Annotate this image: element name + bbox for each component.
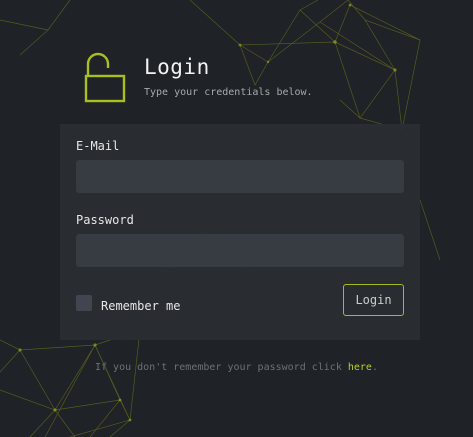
email-label: E-Mail: [76, 139, 120, 153]
login-button[interactable]: Login: [343, 284, 404, 316]
login-form-card: E-Mail Password Remember me Login: [60, 124, 420, 340]
remember-me-row[interactable]: Remember me: [76, 294, 180, 314]
password-field[interactable]: [76, 234, 404, 267]
forgot-password-text: If you don't remember your password clic…: [95, 362, 348, 373]
page-title: Login: [144, 55, 210, 79]
forgot-password-period: .: [371, 362, 378, 373]
login-page: Login Type your credentials below. E-Mai…: [0, 0, 473, 437]
unlock-icon: [84, 52, 126, 103]
page-subtitle: Type your credentials below.: [144, 87, 313, 98]
remember-me-label[interactable]: Remember me: [101, 298, 180, 314]
forgot-password-note: If you don't remember your password clic…: [0, 361, 473, 375]
login-header: Login Type your credentials below.: [84, 50, 404, 106]
remember-me-checkbox[interactable]: [76, 295, 92, 311]
forgot-password-link[interactable]: here: [348, 362, 372, 373]
email-field[interactable]: [76, 160, 404, 193]
password-label: Password: [76, 213, 134, 227]
